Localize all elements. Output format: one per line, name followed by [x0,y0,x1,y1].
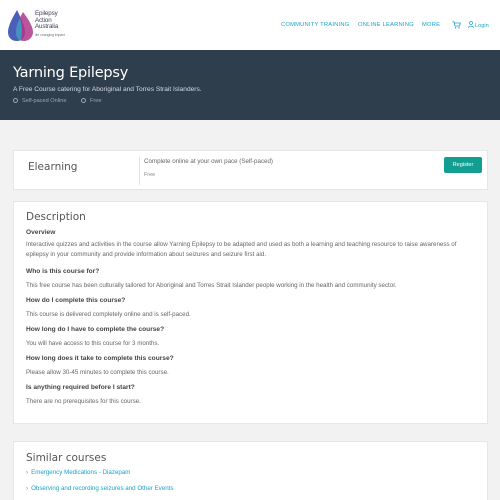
description-card: Description Overview Interactive quizzes… [13,201,488,424]
similar-heading: Similar courses [26,452,107,464]
nav-online-learning[interactable]: ONLINE LEARNING [358,22,414,28]
logo-text: Epilepsy Action Australia life changing … [35,10,65,38]
meta-price-label: Free [90,98,102,104]
prerequisites-text: There are no prerequisites for this cour… [26,398,141,405]
cart-icon[interactable] [452,21,461,29]
similar-course-link[interactable]: › Observing and recording seizures and Ot… [26,485,173,492]
clock-icon [13,98,18,103]
chevron-right-icon: › [26,469,29,476]
course-hero: Yarning Epilepsy A Free Course catering … [0,50,500,120]
overview-text: Interactive quizzes and activities in th… [26,241,457,258]
meta-delivery: Self-paced Online [13,98,66,104]
user-icon [468,21,474,28]
elearning-description: Complete online at your own pace (Self-p… [144,158,273,165]
completion-heading: How do I complete this course? [26,297,126,304]
prerequisites-heading: Is anything required before I start? [26,384,135,391]
card-divider [139,157,140,185]
similar-course-label: Observing and recording seizures and Oth… [31,485,174,492]
course-subtitle: A Free Course catering for Aboriginal an… [13,86,202,93]
duration-text: Please allow 30-45 minutes to complete t… [26,369,169,376]
register-button[interactable]: Register [444,157,482,173]
nav-more[interactable]: MORE [422,22,440,28]
chevron-right-icon: › [26,485,29,492]
login-link[interactable]: Login [468,21,489,29]
overview-heading: Overview [26,229,56,236]
site-header: Epilepsy Action Australia life changing … [0,0,500,50]
logo-drops-icon [8,10,33,41]
elearning-card: Elearning Complete online at your own pa… [13,150,488,190]
audience-text: This free course has been culturally tai… [26,282,397,289]
meta-delivery-label: Self-paced Online [22,98,67,104]
elearning-title: Elearning [28,161,78,173]
similar-courses-card: Similar courses › Emergency Medications -… [13,441,488,500]
course-title: Yarning Epilepsy [13,65,129,81]
nav-community-training[interactable]: COMMUNITY TRAINING [281,22,349,28]
logo-line-3: Australia [35,23,59,31]
access-text: You will have access to this course for … [26,340,160,347]
meta-price: Free [81,98,102,104]
similar-course-link[interactable]: › Emergency Medications - Diazepam [26,469,130,476]
duration-heading: How long does it take to complete this c… [26,355,174,362]
completion-text: This course is delivered completely onli… [26,311,191,318]
site-logo[interactable]: Epilepsy Action Australia life changing … [8,7,78,43]
logo-tagline: life changing impact [35,32,65,37]
access-heading: How long do I have to complete the cours… [26,326,165,333]
elearning-price: Free [144,172,156,178]
price-icon [81,98,86,103]
similar-course-label: Emergency Medications - Diazepam [31,469,131,476]
description-heading: Description [26,211,86,223]
login-label: Login [475,23,489,29]
audience-heading: Who is this course for? [26,268,100,275]
